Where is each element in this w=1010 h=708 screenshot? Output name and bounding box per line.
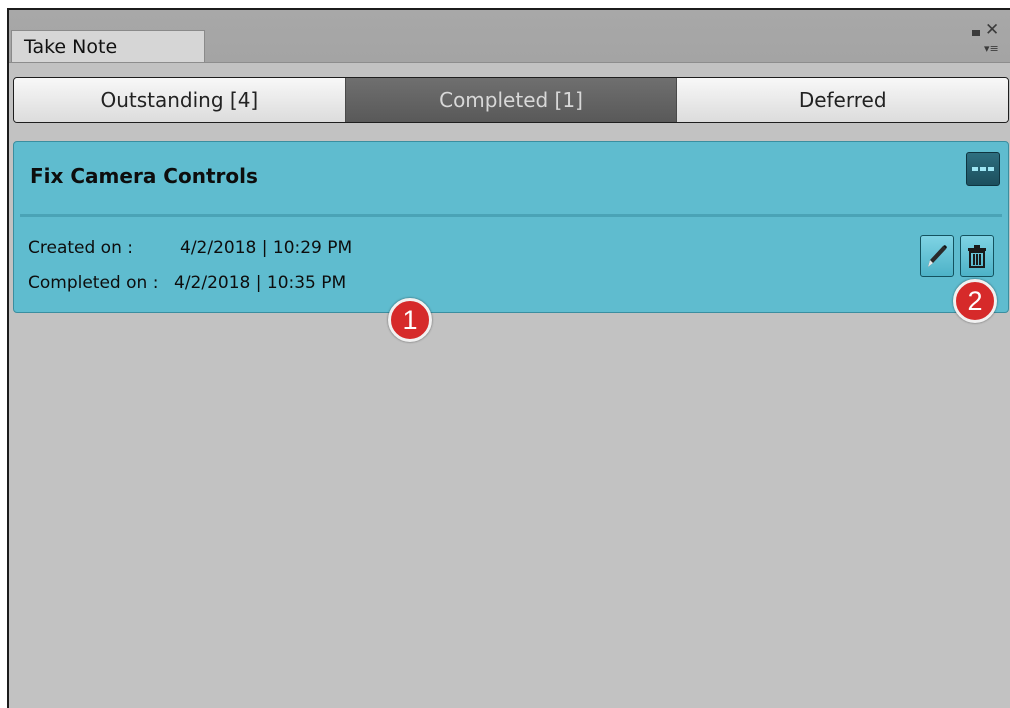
note-card: Fix Camera Controls Created on : 4/2/201… bbox=[13, 141, 1009, 313]
tab-completed[interactable]: Completed [1] bbox=[345, 78, 678, 122]
maximize-icon[interactable] bbox=[972, 30, 980, 36]
tab-completed-label: Completed [1] bbox=[439, 88, 583, 112]
panel-menu-icon[interactable]: ▾≡ bbox=[984, 43, 999, 54]
trash-icon bbox=[968, 245, 986, 268]
status-tab-bar: Outstanding [4] Completed [1] Deferred bbox=[13, 77, 1009, 123]
completed-label: Completed on : bbox=[28, 273, 159, 293]
completed-value: 4/2/2018 | 10:35 PM bbox=[174, 273, 347, 293]
tab-outstanding[interactable]: Outstanding [4] bbox=[14, 78, 346, 122]
tab-deferred[interactable]: Deferred bbox=[677, 78, 1008, 122]
more-options-button[interactable] bbox=[966, 152, 1000, 186]
callout-badge-1: 1 bbox=[388, 298, 432, 342]
window-tab-strip: Take Note ✕ ▾≡ bbox=[9, 10, 1010, 63]
note-divider bbox=[20, 214, 1002, 217]
tab-deferred-label: Deferred bbox=[798, 88, 887, 112]
window-tab-take-note[interactable]: Take Note bbox=[11, 30, 205, 62]
pencil-icon bbox=[928, 245, 947, 267]
delete-button[interactable] bbox=[960, 235, 994, 277]
tab-outstanding-label: Outstanding [4] bbox=[100, 88, 259, 112]
callout-badge-2: 2 bbox=[953, 279, 997, 323]
close-icon[interactable]: ✕ bbox=[985, 22, 999, 39]
edit-button[interactable] bbox=[920, 235, 954, 277]
window-controls: ✕ ▾≡ bbox=[972, 22, 1002, 54]
more-options-icon bbox=[972, 167, 994, 171]
take-note-window: Take Note ✕ ▾≡ Outstanding [4] Completed… bbox=[7, 8, 1010, 708]
window-tab-label: Take Note bbox=[24, 36, 118, 58]
created-label: Created on : bbox=[28, 238, 133, 258]
created-value: 4/2/2018 | 10:29 PM bbox=[180, 238, 353, 258]
note-title: Fix Camera Controls bbox=[30, 164, 258, 188]
